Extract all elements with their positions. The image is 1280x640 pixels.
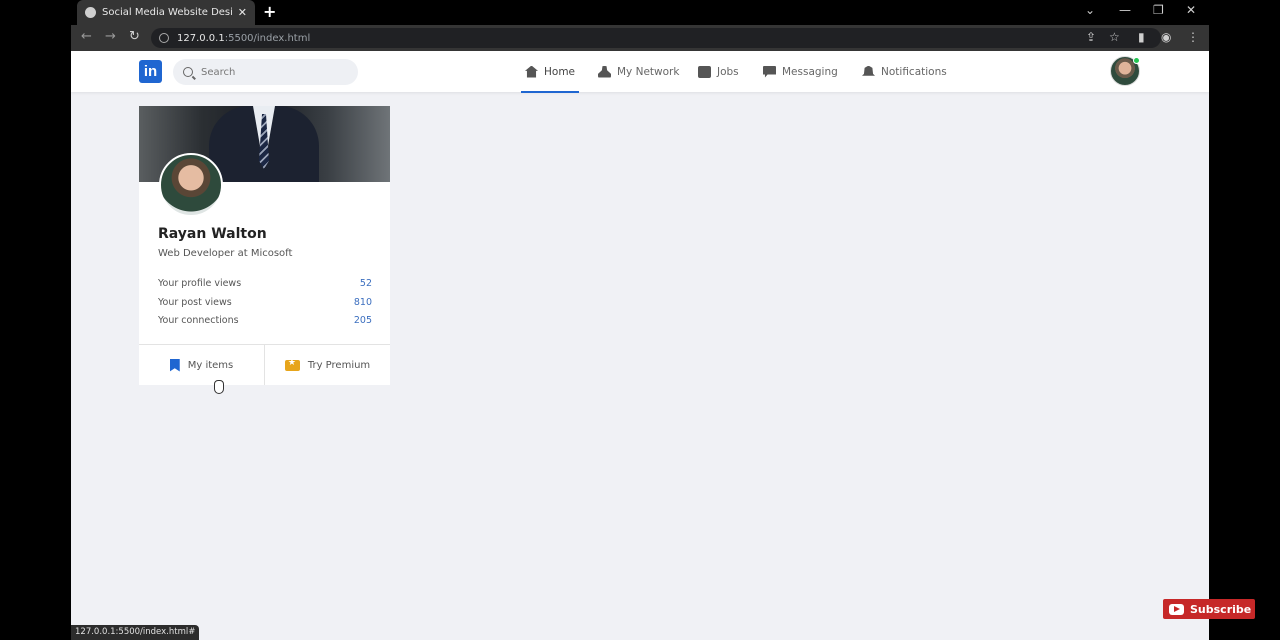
try-premium-button[interactable]: Try Premium [264, 345, 390, 385]
nav-jobs-label: Jobs [717, 65, 739, 78]
subscribe-label: Subscribe [1190, 602, 1252, 616]
tab-title: Social Media Website Design - E [102, 7, 232, 18]
minimize-button[interactable]: — [1119, 3, 1131, 17]
my-items-button[interactable]: My items [139, 345, 264, 385]
url-host: 127.0.0.1 [177, 32, 225, 44]
stat-value: 205 [353, 315, 372, 326]
restore-button[interactable]: ❐ [1153, 3, 1164, 17]
profile-card: Rayan Walton Web Developer at Micosoft Y… [139, 106, 390, 385]
nav-jobs[interactable]: Jobs [698, 51, 739, 92]
nav-notifications[interactable]: Notifications [862, 51, 947, 92]
stat-row[interactable]: Your post views 810 [158, 297, 372, 308]
try-premium-label: Try Premium [307, 359, 371, 371]
close-window-button[interactable]: ✕ [1186, 3, 1196, 17]
bookmark-star-icon[interactable]: ☆ [1109, 30, 1120, 44]
nav-messaging-label: Messaging [782, 65, 838, 78]
site-info-icon[interactable] [159, 33, 169, 43]
nav-my-network[interactable]: My Network [598, 51, 679, 92]
back-button[interactable]: ← [81, 29, 92, 44]
nav-notifications-label: Notifications [881, 65, 947, 78]
globe-icon [85, 7, 96, 18]
menu-icon[interactable]: ⋮ [1187, 30, 1199, 44]
top-navigation: in Home My Network Jobs Messaging Notifi… [71, 51, 1209, 93]
side-panel-icon[interactable]: ▮ [1138, 30, 1145, 44]
online-status-dot [1133, 57, 1140, 64]
nav-home[interactable]: Home [520, 51, 580, 93]
briefcase-icon [698, 65, 711, 78]
url-path: :5500/index.html [224, 32, 311, 44]
message-icon [763, 65, 776, 78]
nav-messaging[interactable]: Messaging [763, 51, 838, 92]
stat-row[interactable]: Your profile views 52 [158, 278, 372, 289]
search-box[interactable] [173, 59, 358, 85]
logo[interactable]: in [139, 60, 162, 83]
stat-label: Your post views [158, 297, 232, 308]
youtube-icon [1169, 603, 1184, 615]
stat-label: Your connections [158, 315, 239, 326]
new-tab-button[interactable]: + [263, 2, 276, 21]
hand-cursor-icon [214, 380, 224, 394]
stat-label: Your profile views [158, 278, 242, 289]
address-bar[interactable]: 127.0.0.1:5500/index.html [151, 28, 1161, 48]
stat-value: 810 [353, 297, 372, 308]
home-icon [525, 65, 538, 78]
premium-icon [284, 358, 300, 371]
stat-row[interactable]: Your connections 205 [158, 315, 372, 326]
card-footer: My items Try Premium [139, 344, 390, 385]
close-tab-icon[interactable]: ✕ [238, 6, 247, 19]
reload-button[interactable]: ↻ [129, 29, 140, 44]
browser-tab[interactable]: Social Media Website Design - E ✕ [77, 0, 255, 25]
bell-icon [862, 65, 875, 76]
nav-home-label: Home [544, 65, 576, 78]
bookmark-icon [169, 358, 180, 372]
page-viewport: in Home My Network Jobs Messaging Notifi… [71, 51, 1209, 640]
browser-tabstrip: Social Media Website Design - E ✕ + ⌄ — … [71, 0, 1209, 25]
stat-value: 52 [359, 278, 372, 289]
profile-role: Web Developer at Micosoft [158, 248, 293, 259]
share-icon[interactable]: ⇪ [1086, 30, 1096, 44]
search-icon [183, 67, 193, 77]
status-bar-url: 127.0.0.1:5500/index.html# [71, 625, 200, 640]
user-icon [598, 65, 611, 78]
profile-name[interactable]: Rayan Walton [158, 226, 267, 242]
browser-toolbar: ← → ↻ 127.0.0.1:5500/index.html ⇪ ☆ ▮ ◉ … [71, 25, 1209, 51]
profile-avatar[interactable] [159, 153, 223, 217]
search-input[interactable] [201, 66, 341, 78]
subscribe-button[interactable]: Subscribe [1163, 599, 1255, 619]
my-items-label: My items [187, 359, 234, 371]
tab-search-icon[interactable]: ⌄ [1085, 3, 1095, 17]
profile-icon[interactable]: ◉ [1161, 30, 1171, 44]
forward-button[interactable]: → [105, 29, 116, 44]
nav-my-network-label: My Network [617, 65, 680, 78]
